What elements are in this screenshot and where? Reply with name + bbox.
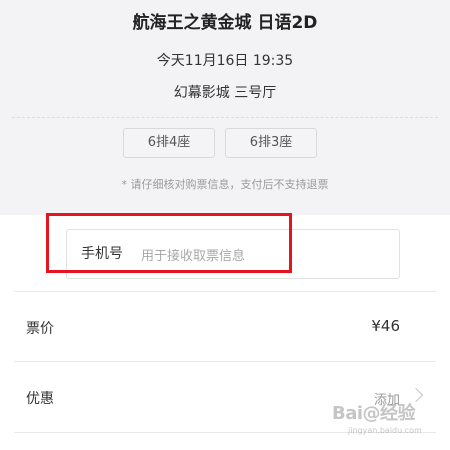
movie-title: 航海王之黄金城 日语2D: [132, 13, 318, 33]
dashed-divider: [12, 117, 438, 118]
row-divider: [14, 361, 436, 362]
phone-label: 手机号: [81, 246, 123, 262]
phone-input[interactable]: [141, 246, 381, 266]
refund-notice: * 请仔细核对购票信息，支付后不支持退票: [121, 178, 329, 191]
row-divider: [14, 291, 436, 292]
ticket-info-card: 航海王之黄金城 日语2D 今天11月16日 19:35 幻幕影城 三号厅 6排4…: [0, 0, 450, 215]
seat-chip: 6排4座: [123, 128, 215, 158]
seat-chip: 6排3座: [225, 128, 317, 158]
watermark-url: jingyan.baidu.com: [348, 426, 422, 435]
ticket-price-label: 票价: [26, 321, 54, 337]
showtime: 今天11月16日 19:35: [156, 53, 294, 69]
discount-label: 优惠: [26, 391, 54, 407]
cinema-hall: 幻幕影城 三号厅: [173, 85, 277, 101]
ticket-price-value: ¥46: [371, 317, 400, 335]
phone-field[interactable]: 手机号: [66, 229, 400, 279]
watermark-logo: Bai@经验: [332, 403, 416, 424]
